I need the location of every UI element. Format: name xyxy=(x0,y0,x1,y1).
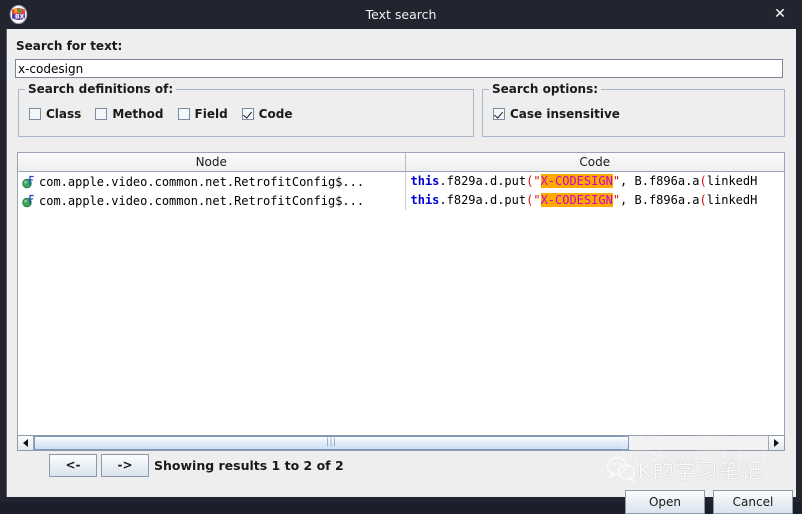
checkbox-field-box[interactable] xyxy=(178,108,190,120)
scrollbar-thumb[interactable]: ||| xyxy=(34,436,629,450)
column-header-node[interactable]: Node xyxy=(18,153,406,171)
scrollbar-track[interactable]: ||| xyxy=(34,436,768,450)
java-field-icon xyxy=(21,175,35,189)
code-token-plain-1: .f829a.d.put xyxy=(439,193,526,207)
column-header-code[interactable]: Code xyxy=(406,153,785,171)
scrollbar-grip: ||| xyxy=(326,439,337,448)
code-token-punct-3: ( xyxy=(700,174,707,188)
cell-node[interactable]: com.apple.video.common.net.RetrofitConfi… xyxy=(18,172,406,191)
search-options-checkboxes: Case insensitive xyxy=(493,107,620,121)
code-token-plain-3: linkedH xyxy=(707,193,758,207)
checkbox-class-box[interactable] xyxy=(29,108,41,120)
close-icon[interactable]: ✕ xyxy=(766,0,794,29)
titlebar: BX Text search ✕ xyxy=(0,0,802,29)
node-label: com.apple.video.common.net.RetrofitConfi… xyxy=(39,175,364,189)
checkbox-class-label: Class xyxy=(46,107,81,121)
checkbox-method-label: Method xyxy=(112,107,163,121)
code-token-punct-1: (" xyxy=(526,193,540,207)
results-table: Node Code com.apple.video.common.net. xyxy=(17,152,785,444)
scroll-left-icon[interactable] xyxy=(18,436,34,450)
code-token-keyword: this xyxy=(411,193,440,207)
previous-results-button[interactable]: <- xyxy=(49,454,97,477)
code-token-punct-3: ( xyxy=(700,193,707,207)
checkbox-field-label: Field xyxy=(195,107,228,121)
search-options-group: Search options: Case insensitive xyxy=(482,89,785,137)
table-row[interactable]: com.apple.video.common.net.RetrofitConfi… xyxy=(18,172,784,191)
search-definitions-title: Search definitions of: xyxy=(25,82,176,96)
search-label: Search for text: xyxy=(16,39,122,53)
code-token-highlight: X-CODESIGN xyxy=(541,193,613,207)
horizontal-scrollbar[interactable]: ||| xyxy=(17,435,785,451)
checkbox-code-label: Code xyxy=(259,107,293,121)
code-token-plain-3: linkedH xyxy=(707,174,758,188)
search-definitions-group: Search definitions of: Class Method Fiel… xyxy=(18,89,474,137)
java-field-icon xyxy=(21,194,35,208)
search-input[interactable] xyxy=(15,59,783,78)
cell-node[interactable]: com.apple.video.common.net.RetrofitConfi… xyxy=(18,191,406,210)
checkbox-class[interactable]: Class xyxy=(29,107,81,121)
code-token-highlight: X-CODESIGN xyxy=(541,174,613,188)
checkbox-method-box[interactable] xyxy=(95,108,107,120)
scroll-right-arrow xyxy=(774,439,779,447)
code-token-keyword: this xyxy=(411,174,440,188)
code-token-punct-2: " xyxy=(613,193,620,207)
code-token-plain-2: , B.f896a.a xyxy=(620,193,699,207)
checkbox-field[interactable]: Field xyxy=(178,107,228,121)
search-options-title: Search options: xyxy=(489,82,601,96)
checkbox-case-insensitive-label: Case insensitive xyxy=(510,107,620,121)
scroll-left-arrow xyxy=(23,439,28,447)
results-status-text: Showing results 1 to 2 of 2 xyxy=(154,454,344,477)
open-button[interactable]: Open xyxy=(625,490,705,514)
results-table-header: Node Code xyxy=(18,153,784,172)
search-definitions-checkboxes: Class Method Field Code xyxy=(29,107,292,121)
cell-code[interactable]: this.f829a.d.put("X-CODESIGN", B.f896a.a… xyxy=(406,191,785,210)
checkbox-case-insensitive-box[interactable] xyxy=(493,108,505,120)
text-search-dialog: BX Text search ✕ Search for text: Search… xyxy=(0,0,802,502)
checkbox-code[interactable]: Code xyxy=(242,107,293,121)
code-token-plain-1: .f829a.d.put xyxy=(439,174,526,188)
code-token-plain-2: , B.f896a.a xyxy=(620,174,699,188)
scroll-right-icon[interactable] xyxy=(768,436,784,450)
checkbox-code-box[interactable] xyxy=(242,108,254,120)
code-token-punct-1: (" xyxy=(526,174,540,188)
window-title: Text search xyxy=(0,0,802,29)
node-label: com.apple.video.common.net.RetrofitConfi… xyxy=(39,194,364,208)
next-results-button[interactable]: -> xyxy=(101,454,149,477)
code-token-punct-2: " xyxy=(613,174,620,188)
dialog-content: Search for text: Search definitions of: … xyxy=(6,29,796,497)
checkbox-method[interactable]: Method xyxy=(95,107,163,121)
table-row[interactable]: com.apple.video.common.net.RetrofitConfi… xyxy=(18,191,784,210)
cell-code[interactable]: this.f829a.d.put("X-CODESIGN", B.f896a.a… xyxy=(406,172,785,191)
checkbox-case-insensitive[interactable]: Case insensitive xyxy=(493,107,620,121)
results-table-body: com.apple.video.common.net.RetrofitConfi… xyxy=(18,172,784,443)
cancel-button[interactable]: Cancel xyxy=(713,490,793,514)
